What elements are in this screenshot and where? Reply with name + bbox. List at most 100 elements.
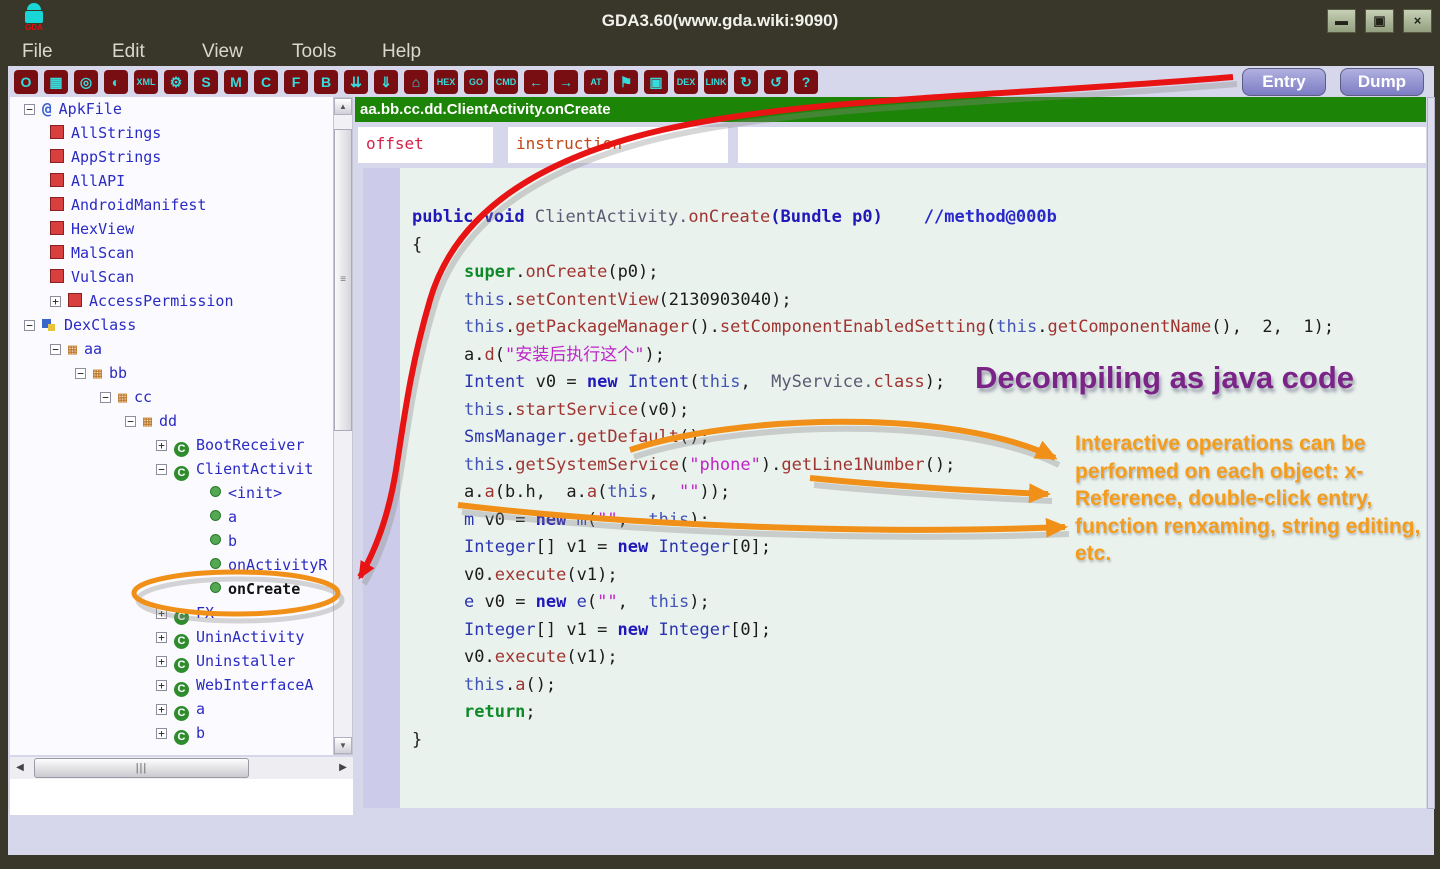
tree-item-appstrings[interactable]: AppStrings [10, 145, 333, 169]
tree-item-malscan[interactable]: MalScan [10, 241, 333, 265]
collapse-icon[interactable]: − [75, 368, 86, 379]
collapse-icon[interactable]: − [100, 392, 111, 403]
tree-item-dd[interactable]: −▦dd [10, 409, 333, 433]
collapse-icon[interactable]: − [24, 320, 35, 331]
code-line-19[interactable]: return; [400, 699, 1334, 727]
close-button[interactable]: × [1403, 9, 1432, 33]
bookmark-icon[interactable]: ⚑ [614, 70, 638, 94]
scroll-down-button[interactable]: ▼ [334, 737, 352, 754]
save-icon[interactable]: ▦ [44, 70, 68, 94]
tree-item-webinterfacea[interactable]: +CWebInterfaceA [10, 673, 333, 697]
classes-icon[interactable]: C [254, 70, 278, 94]
tree-hscroll-thumb[interactable]: ||| [34, 758, 249, 778]
tree-item-apkfile[interactable]: −@ApkFile [10, 97, 333, 121]
collapse-icon[interactable]: − [24, 104, 35, 115]
tree-horizontal-scrollbar[interactable]: ◀ ||| ▶ [10, 757, 353, 779]
tree-item-dexclass[interactable]: −DexClass [10, 313, 333, 337]
tree-item-uninstaller[interactable]: +CUninstaller [10, 649, 333, 673]
code-vertical-scrollbar[interactable] [1427, 97, 1435, 809]
tree-item-a[interactable]: a [10, 505, 333, 529]
code-line-15[interactable]: e v0 = new e("", this); [400, 589, 1334, 617]
down-arrow-icon[interactable]: ⇓ [374, 70, 398, 94]
expand-icon[interactable]: + [156, 728, 167, 739]
tree-item-hexview[interactable]: HexView [10, 217, 333, 241]
menu-item-edit[interactable]: Edit [112, 38, 202, 63]
expand-icon[interactable]: + [156, 632, 167, 643]
tree-item-bootreceiver[interactable]: +CBootReceiver [10, 433, 333, 457]
scroll-up-button[interactable]: ▲ [334, 98, 352, 115]
expand-icon[interactable]: + [50, 296, 61, 307]
expand-icon[interactable]: + [156, 440, 167, 451]
code-line-3[interactable]: super.onCreate(p0); [400, 259, 1334, 287]
hex-icon[interactable]: HEX [434, 70, 458, 94]
code-line-2[interactable]: { [400, 232, 1334, 260]
collapse-icon[interactable]: − [125, 416, 136, 427]
menu-item-help[interactable]: Help [382, 38, 472, 63]
cmd-icon[interactable]: CMD [494, 70, 518, 94]
scroll-left-button[interactable]: ◀ [12, 759, 28, 777]
apk-robot-icon[interactable]: ⚙ [164, 70, 188, 94]
code-line-16[interactable]: Integer[] v1 = new Integer[0]; [400, 617, 1334, 645]
expand-icon[interactable]: + [156, 656, 167, 667]
code-line-4[interactable]: this.setContentView(2130903040); [400, 287, 1334, 315]
code-line-20[interactable]: } [400, 727, 1334, 755]
scroll-right-button[interactable]: ▶ [335, 759, 351, 777]
tree-vscroll-thumb[interactable]: ≡ [334, 129, 352, 431]
forward-icon[interactable]: → [554, 70, 578, 94]
tree-item-cc[interactable]: −▦cc [10, 385, 333, 409]
fields-icon[interactable]: F [284, 70, 308, 94]
string-decode-icon[interactable]: ◐ [104, 70, 128, 94]
home-icon[interactable]: ⌂ [404, 70, 428, 94]
tree-vertical-scrollbar[interactable]: ▲ ≡ ▼ [333, 97, 353, 755]
tree-item-clientactivit[interactable]: −CClientActivit [10, 457, 333, 481]
search-icon[interactable]: ◎ [74, 70, 98, 94]
code-line-5[interactable]: this.getPackageManager().setComponentEna… [400, 314, 1334, 342]
tree-item-b[interactable]: +Cb [10, 721, 333, 745]
tree-item-androidmanifest[interactable]: AndroidManifest [10, 193, 333, 217]
redo-icon[interactable]: ↻ [734, 70, 758, 94]
back-icon[interactable]: ← [524, 70, 548, 94]
at-icon[interactable]: AT [584, 70, 608, 94]
minimize-button[interactable]: ▬ [1327, 9, 1356, 33]
dex-icon[interactable]: DEX [674, 70, 698, 94]
tree-item-accesspermission[interactable]: +AccessPermission [10, 289, 333, 313]
undo-icon[interactable]: ↺ [764, 70, 788, 94]
tree-item-init[interactable]: <init> [10, 481, 333, 505]
collapse-icon[interactable]: − [50, 344, 61, 355]
code-line-17[interactable]: v0.execute(v1); [400, 644, 1334, 672]
merge-down-icon[interactable]: ⇊ [344, 70, 368, 94]
xml-icon[interactable]: XML [134, 70, 158, 94]
tree-item-b[interactable]: b [10, 529, 333, 553]
tree-item-onactivityr[interactable]: onActivityR [10, 553, 333, 577]
menu-item-view[interactable]: View [202, 38, 292, 63]
tree-item-vulscan[interactable]: VulScan [10, 265, 333, 289]
open-file-icon[interactable]: O [14, 70, 38, 94]
collapse-icon[interactable]: − [156, 464, 167, 475]
tree-item-fx[interactable]: +CFX [10, 601, 333, 625]
code-line-1[interactable]: public void ClientActivity.onCreate(Bund… [400, 204, 1334, 232]
tree-item-allapi[interactable]: AllAPI [10, 169, 333, 193]
menu-item-tools[interactable]: Tools [292, 38, 382, 63]
report-icon[interactable]: ▣ [644, 70, 668, 94]
tree-item-bb[interactable]: −▦bb [10, 361, 333, 385]
menu-item-file[interactable]: File [22, 38, 112, 63]
help-icon[interactable]: ? [794, 70, 818, 94]
bytecode-icon[interactable]: B [314, 70, 338, 94]
maximize-button[interactable]: ▣ [1365, 9, 1394, 33]
expand-icon[interactable]: + [156, 608, 167, 619]
tree-item-oncreate[interactable]: onCreate [10, 577, 333, 601]
expand-icon[interactable]: + [156, 680, 167, 691]
code-line-8[interactable]: this.startService(v0); [400, 397, 1334, 425]
tree-item-uninactivity[interactable]: +CUninActivity [10, 625, 333, 649]
code-line-18[interactable]: this.a(); [400, 672, 1334, 700]
tree-item-aa[interactable]: −▦aa [10, 337, 333, 361]
entry-button[interactable]: Entry [1242, 68, 1326, 96]
link-icon[interactable]: LINK [704, 70, 728, 94]
tree-item-allstrings[interactable]: AllStrings [10, 121, 333, 145]
go-icon[interactable]: GO [464, 70, 488, 94]
strings-icon[interactable]: S [194, 70, 218, 94]
methods-icon[interactable]: M [224, 70, 248, 94]
expand-icon[interactable]: + [156, 704, 167, 715]
tree-item-a[interactable]: +Ca [10, 697, 333, 721]
dump-button[interactable]: Dump [1340, 68, 1424, 96]
